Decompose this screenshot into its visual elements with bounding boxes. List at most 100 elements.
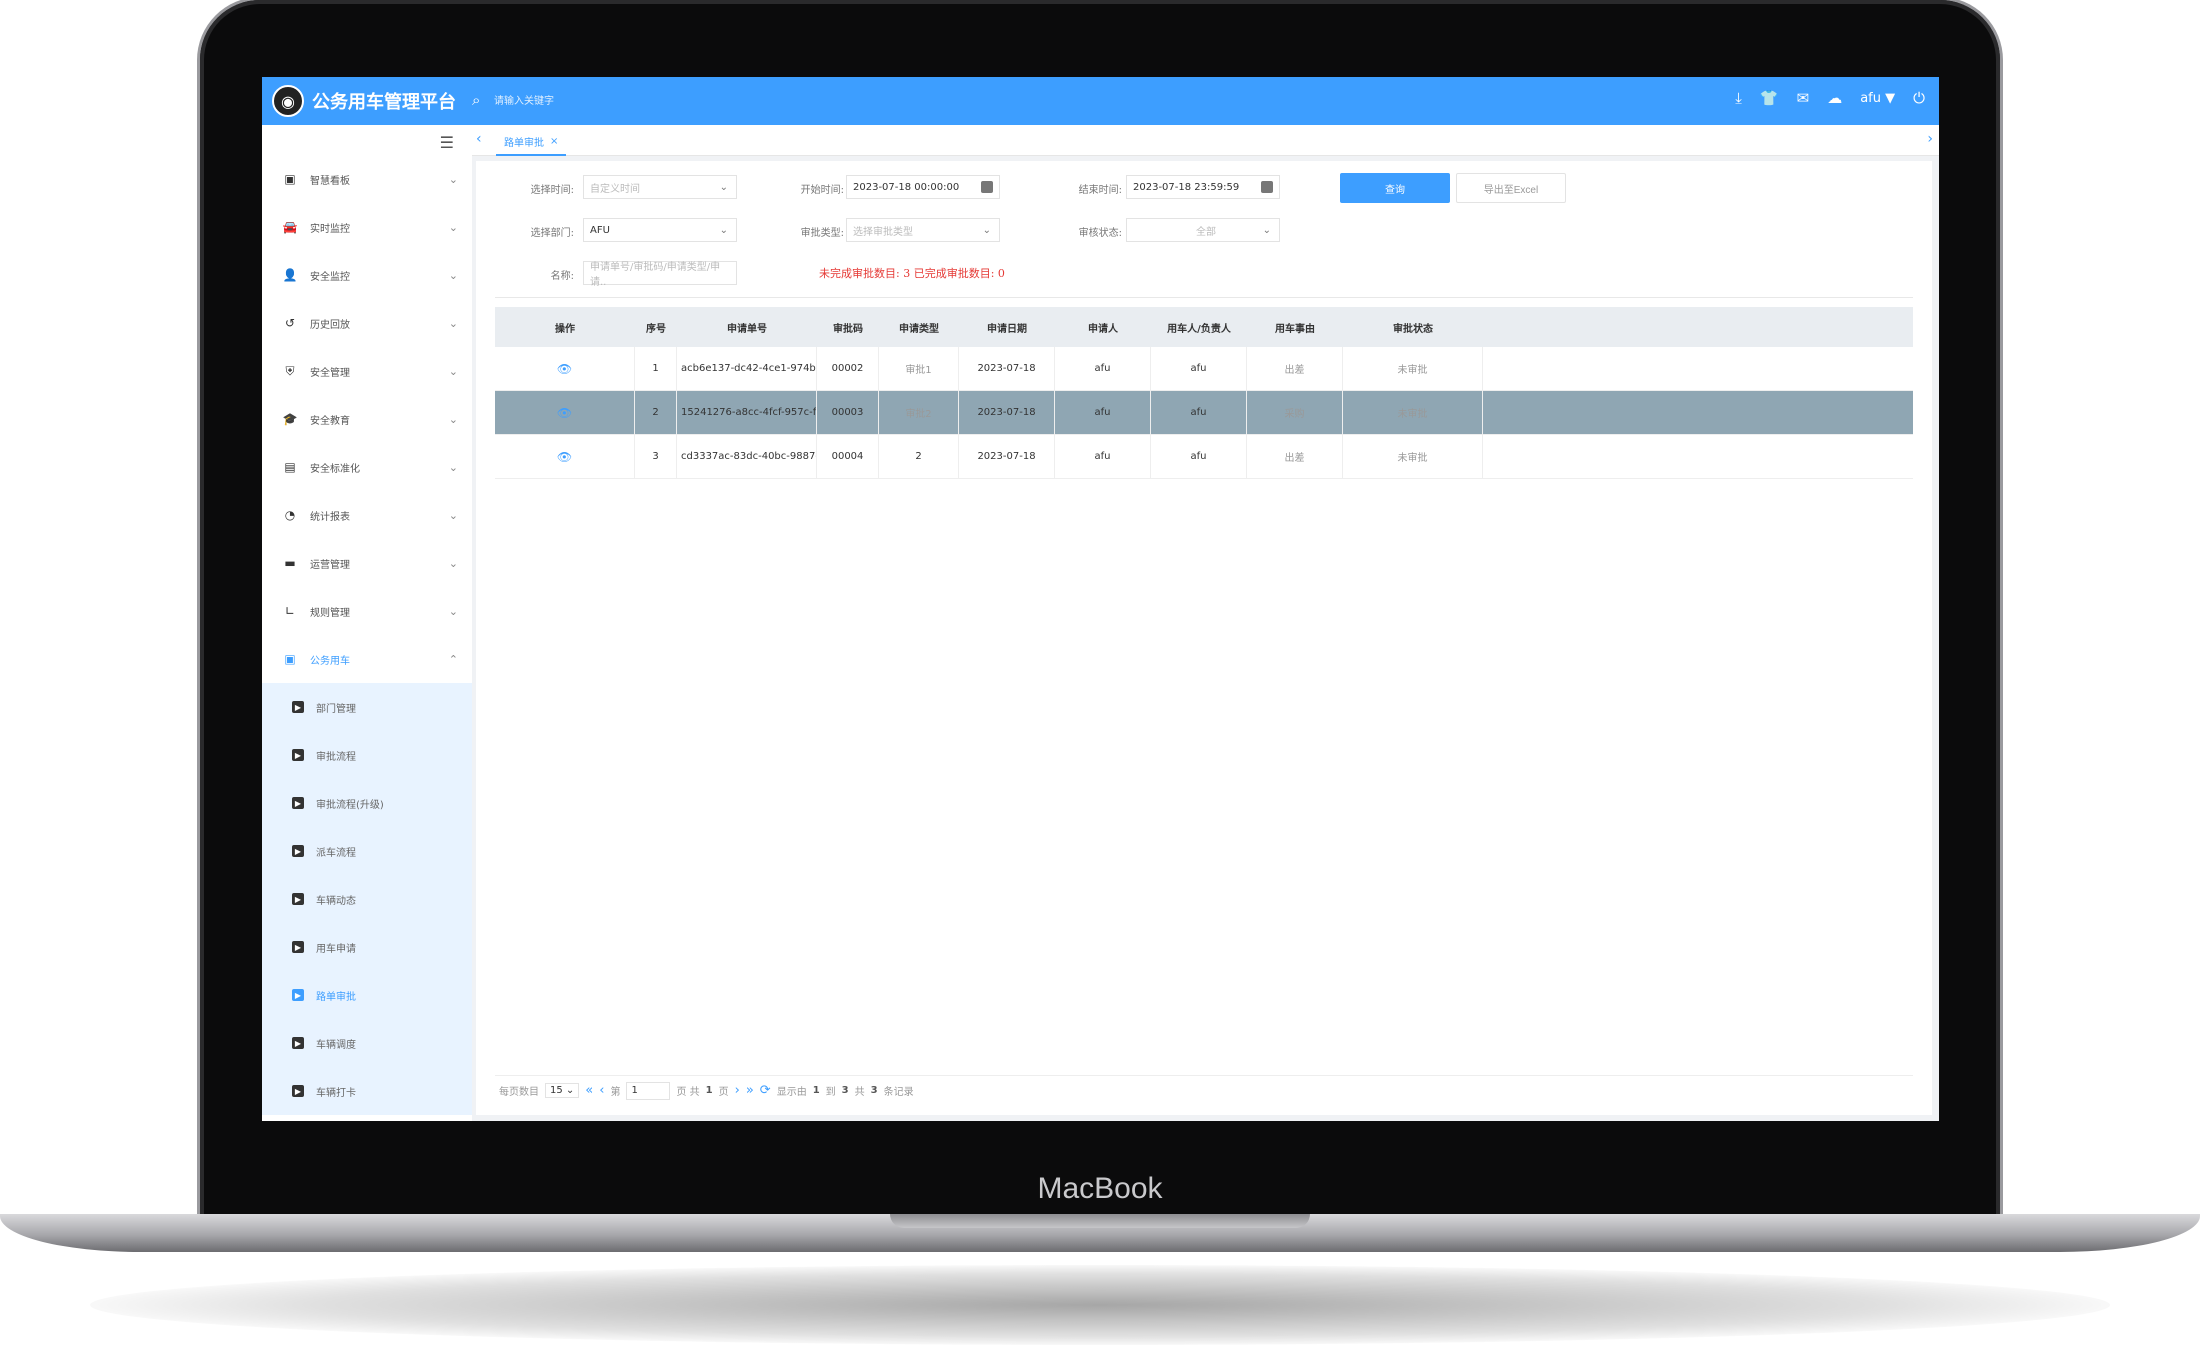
total-suffix: 条记录 (883, 1087, 914, 1098)
cloud-icon[interactable]: ☁ (1827, 89, 1842, 107)
sidebar-sub-checkin[interactable]: ▶ 车辆打卡 (262, 1067, 472, 1115)
user-menu[interactable]: afu ▼ (1860, 91, 1895, 106)
col-header[interactable]: 申请类型 (879, 307, 959, 347)
chevron-down-icon: ⌄ (448, 364, 458, 378)
collapse-menu-icon[interactable]: ☰ (440, 133, 454, 152)
col-header[interactable]: 用车人/负责人 (1151, 307, 1247, 347)
sidebar-item-safety-manage[interactable]: ⛨ 安全管理 ⌄ (262, 347, 472, 395)
cell: 2023-07-18 (959, 347, 1055, 390)
eye-icon[interactable]: 👁 (557, 362, 572, 376)
time-select[interactable]: 自定义时间 ⌄ (583, 175, 737, 199)
name-input-placeholder: 申请单号/审批码/申请类型/申请.. (590, 262, 721, 288)
table-header: 操作 序号 申请单号 审批码 申请类型 申请日期 申请人 用车人/负责人 用车事… (495, 307, 1913, 347)
cell: 未审批 (1343, 347, 1483, 390)
sidebar-sub-dispatch-flow[interactable]: ▶ 派车流程 (262, 827, 472, 875)
laptop-notch (890, 1214, 1310, 1228)
col-header[interactable]: 用车事由 (1247, 307, 1343, 347)
per-page-select[interactable]: 15 ⌄ (545, 1083, 580, 1098)
play-icon: ▶ (292, 749, 304, 761)
sidebar-item-standard[interactable]: ▤ 安全标准化 ⌄ (262, 443, 472, 491)
play-icon: ▶ (292, 989, 304, 1001)
sidebar-sub-label: 路单审批 (316, 991, 356, 1003)
col-header[interactable]: 操作 (495, 307, 635, 347)
pages-unit: 页 (718, 1087, 729, 1098)
view-cell: 👁 (495, 347, 635, 390)
sidebar-menu: ▣ 智慧看板 ⌄ 🚘 实时监控 ⌄ 👤 安全监控 ⌄ ↺ 历史回放 ⌄ ⛨ 安全管理 ⌄ 🎓 安全教育… (262, 155, 472, 1115)
sidebar-sub-approval-flow[interactable]: ▶ 审批流程 (262, 731, 472, 779)
chevron-down-icon: ⌄ (719, 181, 728, 193)
col-header[interactable]: 审批状态 (1343, 307, 1483, 347)
dept-select[interactable]: AFU ⌄ (583, 218, 737, 242)
sidebar-submenu: ▶ 部门管理 ▶ 审批流程 ▶ 审批流程(升级) ▶ 派车流程 ▶ 车辆动态 ▶ 用车申请 … (262, 683, 472, 1115)
sidebar-item-safety-monitor[interactable]: 👤 安全监控 ⌄ (262, 251, 472, 299)
export-excel-button[interactable]: 导出至Excel (1456, 173, 1566, 203)
tab-waybill-approval[interactable]: 路单审批 × (496, 129, 567, 156)
mail-icon[interactable]: ✉ (1797, 89, 1810, 107)
sidebar-item-history[interactable]: ↺ 历史回放 ⌄ (262, 299, 472, 347)
sidebar-sub-waybill-approval[interactable]: ▶ 路单审批 (262, 971, 472, 1019)
col-header[interactable]: 申请人 (1055, 307, 1151, 347)
sidebar-sub-label: 审批流程(升级) (316, 799, 384, 811)
sidebar-sub-label: 车辆调度 (316, 1039, 356, 1051)
page-input[interactable]: 1 (626, 1081, 671, 1100)
sidebar-item-label: 实时监控 (310, 223, 350, 235)
sidebar-item-reports[interactable]: ◔ 统计报表 ⌄ (262, 491, 472, 539)
chevron-right-icon[interactable]: › (1927, 131, 1933, 147)
shirt-icon[interactable]: 👕 (1760, 89, 1779, 107)
power-icon[interactable]: ⏻ (1913, 89, 1925, 107)
col-header[interactable]: 序号 (635, 307, 677, 347)
name-input[interactable]: 申请单号/审批码/申请类型/申请.. (583, 261, 737, 288)
sidebar-item-operations[interactable]: ▬ 运营管理 ⌄ (262, 539, 472, 587)
view-cell: 👁 (495, 435, 635, 478)
query-button[interactable]: 查询 (1340, 173, 1450, 203)
table-row-selected[interactable]: 👁 2 15241276-a8cc-4fcf-957c-f4b 00003 审批… (495, 391, 1913, 435)
search-input[interactable] (492, 89, 696, 113)
sidebar-item-dashboard[interactable]: ▣ 智慧看板 ⌄ (262, 155, 472, 203)
first-page-icon[interactable]: « (585, 1083, 593, 1098)
next-page-icon[interactable]: › (735, 1083, 740, 1098)
chevron-left-icon[interactable]: ‹ (476, 131, 482, 147)
cell: 出差 (1247, 347, 1343, 390)
top-bar-actions: ⤓ 👕 ✉ ☁ afu ▼ ⏻ (1735, 89, 1925, 107)
play-icon: ▶ (292, 1085, 304, 1097)
col-header[interactable]: 申请单号 (677, 307, 817, 347)
sidebar-item-official-car[interactable]: ▣ 公务用车 ⌃ (262, 635, 472, 683)
eye-icon[interactable]: 👁 (557, 450, 572, 464)
sidebar-sub-label: 派车流程 (316, 847, 356, 859)
chevron-down-icon: ⌄ (1262, 224, 1271, 236)
cell: 2 (879, 435, 959, 478)
type-label: 审批类型: (800, 228, 844, 239)
sidebar-sub-scheduling[interactable]: ▶ 车辆调度 (262, 1019, 472, 1067)
cell: 3 (635, 435, 677, 478)
sidebar-item-safety-edu[interactable]: 🎓 安全教育 ⌄ (262, 395, 472, 443)
last-page-icon[interactable]: » (746, 1083, 754, 1098)
chevron-down-icon: ⌄ (448, 556, 458, 570)
sidebar-item-rules[interactable]: ∟ 规则管理 ⌄ (262, 587, 472, 635)
start-time-input[interactable]: 2023-07-18 00:00:00 (846, 175, 1000, 199)
prev-page-icon[interactable]: ‹ (599, 1083, 604, 1098)
close-icon[interactable]: × (550, 136, 558, 147)
cell: 审批1 (879, 347, 959, 390)
refresh-icon[interactable]: ⟳ (760, 1083, 771, 1098)
sidebar-item-realtime[interactable]: 🚘 实时监控 ⌄ (262, 203, 472, 251)
sidebar-sub-approval-flow-upgrade[interactable]: ▶ 审批流程(升级) (262, 779, 472, 827)
dept-label: 选择部门: (530, 228, 574, 239)
status-select[interactable]: 全部 ⌄ (1126, 218, 1280, 242)
table-row[interactable]: 👁 3 cd3337ac-83dc-40bc-9887-2e 00004 2 2… (495, 435, 1913, 479)
sidebar-sub-vehicle-status[interactable]: ▶ 车辆动态 (262, 875, 472, 923)
end-time-input[interactable]: 2023-07-18 23:59:59 (1126, 175, 1280, 199)
total-pages: 1 (705, 1085, 713, 1096)
range-from: 1 (812, 1085, 820, 1096)
page-suffix: 页 共 (676, 1087, 700, 1098)
type-select[interactable]: 选择审批类型 ⌄ (846, 218, 1000, 242)
calendar-icon[interactable] (981, 181, 993, 193)
sidebar-sub-car-request[interactable]: ▶ 用车申请 (262, 923, 472, 971)
calendar-icon[interactable] (1261, 181, 1273, 193)
download-icon[interactable]: ⤓ (1735, 89, 1742, 107)
col-header[interactable]: 审批码 (817, 307, 879, 347)
eye-icon[interactable]: 👁 (557, 406, 572, 420)
col-header[interactable]: 申请日期 (959, 307, 1055, 347)
search-icon[interactable]: ⌕ (472, 91, 480, 109)
sidebar-sub-dept[interactable]: ▶ 部门管理 (262, 683, 472, 731)
table-row[interactable]: 👁 1 acb6e137-dc42-4ce1-974b-77 00002 审批1… (495, 347, 1913, 391)
